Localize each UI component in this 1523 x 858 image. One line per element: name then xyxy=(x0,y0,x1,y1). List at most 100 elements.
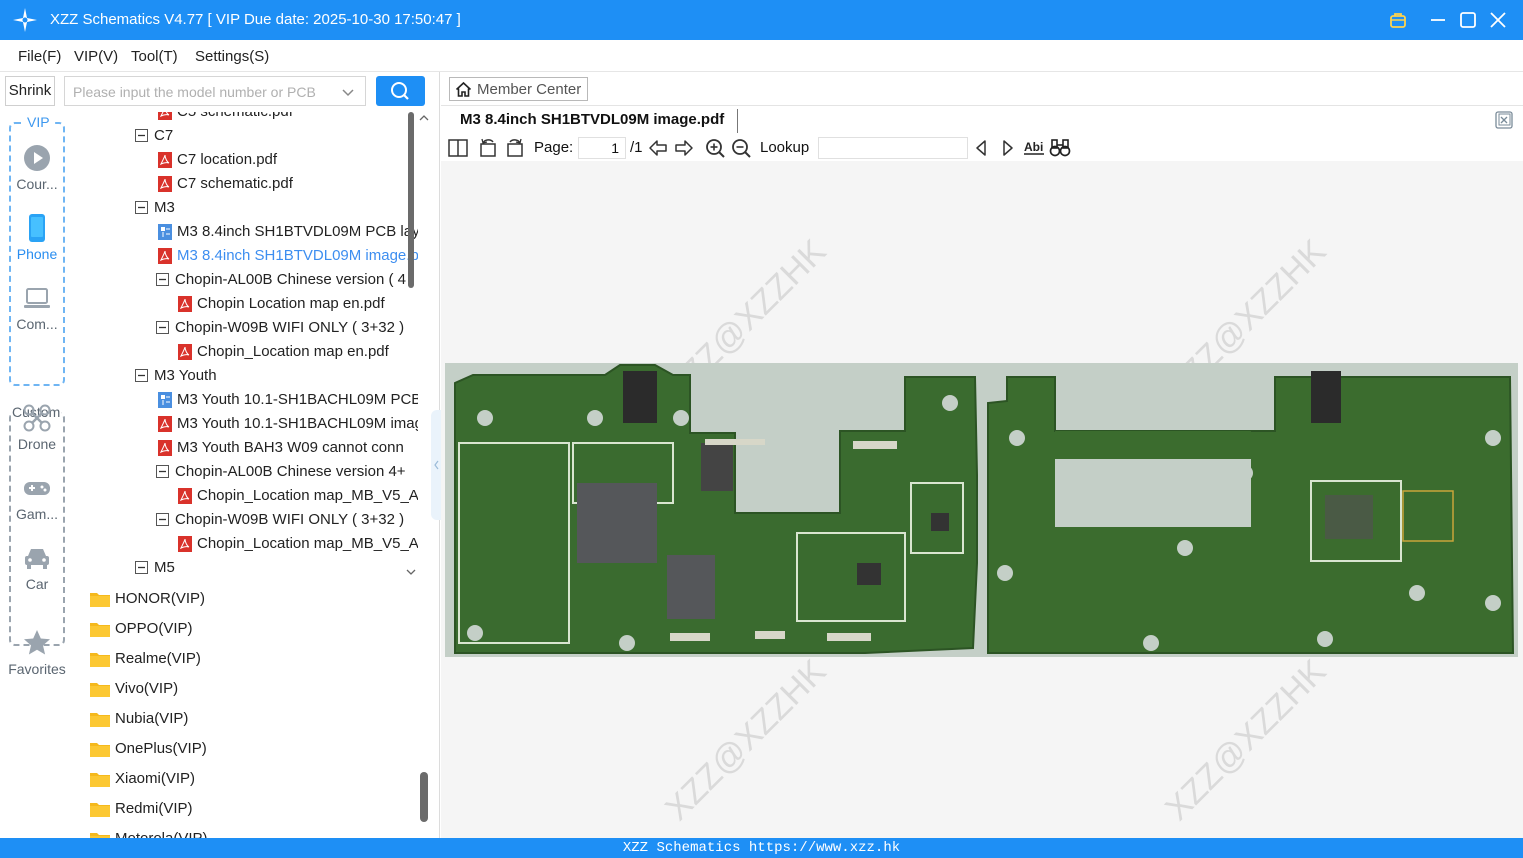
brand-folder-list: HONOR(VIP) OPPO(VIP) Realme(VIP) Vivo(VIP) N… xyxy=(88,584,418,838)
category-bar: VIP Cour... Phone Com... Custom Drone Ga… xyxy=(0,112,74,838)
pdf-file-icon xyxy=(178,296,192,312)
chevron-up-icon[interactable] xyxy=(418,112,430,124)
menu-tool[interactable]: Tool(T) xyxy=(131,48,178,65)
gamepad-icon xyxy=(24,482,50,495)
tree-item-label: Chopin_Location map_MB_V5_A xyxy=(197,535,418,552)
category-drone[interactable]: Drone xyxy=(0,404,74,468)
collapse-icon[interactable] xyxy=(156,465,169,478)
brand-folder-label: Realme(VIP) xyxy=(115,650,201,667)
tree-item-label: Chopin-W09B WIFI ONLY ( 3+32 ) xyxy=(175,511,405,528)
window-title: XZZ Schematics V4.77 [ VIP Due date: 202… xyxy=(50,11,461,28)
tree-item-label: M3 Youth 10.1-SH1BACHL09M PCB xyxy=(177,391,418,408)
chevron-down-icon[interactable] xyxy=(341,85,355,99)
search-button[interactable] xyxy=(376,76,425,106)
tree-item-label: Chopin-W09B WIFI ONLY ( 3+32 ) xyxy=(175,319,405,336)
folder-icon xyxy=(90,683,110,697)
menu-vip[interactable]: VIP(V) xyxy=(74,48,118,65)
collapse-icon[interactable] xyxy=(156,513,169,526)
match-case-icon[interactable]: Abi xyxy=(1023,137,1045,159)
folder-icon xyxy=(90,623,110,637)
category-gaming[interactable]: Gam... xyxy=(0,474,74,538)
close-icon[interactable] xyxy=(1487,9,1509,31)
tree-item-label: Chopin_Location map en.pdf xyxy=(197,343,389,360)
brand-folder-label: OPPO(VIP) xyxy=(115,620,193,637)
collapse-icon[interactable] xyxy=(135,369,148,382)
brand-folder-label: Nubia(VIP) xyxy=(115,710,189,727)
category-computer[interactable]: Com... xyxy=(0,284,74,348)
folder-icon xyxy=(90,653,110,667)
previous-page-icon[interactable] xyxy=(647,137,669,159)
shrink-button[interactable]: Shrink xyxy=(5,76,55,106)
lookup-input[interactable] xyxy=(818,137,968,159)
rotate-left-icon[interactable] xyxy=(477,137,499,159)
rotate-right-icon[interactable] xyxy=(504,137,526,159)
tree-item-label: C5 schematic.pdf xyxy=(177,112,293,120)
tree-item-label: C7 xyxy=(154,127,174,144)
pdf-file-icon xyxy=(178,344,192,360)
category-favorites[interactable]: Favorites xyxy=(0,629,74,693)
next-page-icon[interactable] xyxy=(673,137,695,159)
sidebar-toggle-icon[interactable] xyxy=(447,137,469,159)
tree-scrollbar[interactable] xyxy=(406,112,416,582)
page-number-input[interactable]: 1 xyxy=(578,137,626,159)
binoculars-icon[interactable] xyxy=(1049,137,1071,159)
chevron-left-icon xyxy=(434,460,439,470)
minimize-icon[interactable] xyxy=(1427,9,1449,31)
laptop-icon xyxy=(24,288,50,308)
collapse-icon[interactable] xyxy=(156,273,169,286)
menu-settings[interactable]: Settings(S) xyxy=(195,48,269,65)
tree-item-label: M3 8.4inch SH1BTVDL09M PCB layout xyxy=(177,223,418,240)
pane-collapse-handle[interactable] xyxy=(431,410,441,520)
pdf-viewport[interactable]: XZZ@XZZHK XZZ@XZZHK XZZ@XZZHK XZZ@XZZHK xyxy=(441,161,1523,838)
search-icon xyxy=(391,82,409,100)
model-search-box xyxy=(64,76,366,106)
tree-item-label: M3 Youth BAH3 W09 cannot conn xyxy=(177,439,404,456)
folder-icon xyxy=(90,593,110,607)
close-tab-icon[interactable] xyxy=(1495,111,1513,129)
collapse-icon[interactable] xyxy=(135,129,148,142)
folder-icon xyxy=(90,803,110,817)
pdf-toolbar: Page: 1 /1 Lookup Abi xyxy=(441,135,1523,161)
play-icon xyxy=(24,145,50,171)
find-next-icon[interactable] xyxy=(997,137,1019,159)
collapse-icon[interactable] xyxy=(135,561,148,574)
vip-badge-icon[interactable] xyxy=(1387,9,1409,31)
pdf-file-icon xyxy=(158,440,172,456)
app-logo-icon xyxy=(13,8,37,32)
pdf-file-icon xyxy=(158,112,172,120)
tree-item-label: Chopin_Location map_MB_V5_A xyxy=(197,487,418,504)
tab-document[interactable]: M3 8.4inch SH1BTVDL09M image.pdf xyxy=(460,111,724,128)
car-icon xyxy=(25,549,49,569)
lookup-label: Lookup xyxy=(760,139,810,156)
tree-scroll-thumb[interactable] xyxy=(408,112,414,288)
category-phone[interactable]: Phone xyxy=(0,214,74,278)
tree-item-label: M5 xyxy=(154,559,175,576)
svg-text:Abi: Abi xyxy=(1024,140,1043,154)
tree-item-label: M3 8.4inch SH1BTVDL09M image.pdf xyxy=(177,247,418,264)
brand-folder-label: Vivo(VIP) xyxy=(115,680,179,697)
collapse-icon[interactable] xyxy=(135,201,148,214)
tree-item-label: M3 Youth 10.1-SH1BACHL09M image xyxy=(177,415,418,432)
collapse-icon[interactable] xyxy=(156,321,169,334)
menu-file[interactable]: File(F) xyxy=(18,48,61,65)
chevron-down-icon[interactable] xyxy=(405,566,417,578)
left-pane: Shrink VIP Cour... Phone xyxy=(0,72,441,838)
menu-bar: File(F) VIP(V) Tool(T) Settings(S) xyxy=(0,40,1523,72)
search-input[interactable] xyxy=(73,82,333,102)
category-courses[interactable]: Cour... xyxy=(0,144,74,208)
member-center-button[interactable]: Member Center xyxy=(449,77,588,101)
document-tab-bar: M3 8.4inch SH1BTVDL09M image.pdf xyxy=(441,105,1523,135)
folder-icon xyxy=(90,773,110,787)
zoom-out-icon[interactable] xyxy=(730,137,752,159)
brand-folder-label: Motorola(VIP) xyxy=(115,830,208,838)
tree-item-label: Chopin-AL00B Chinese version ( 4 xyxy=(175,271,406,288)
find-previous-icon[interactable] xyxy=(970,137,992,159)
pcb-file-icon xyxy=(158,392,172,408)
zoom-in-icon[interactable] xyxy=(704,137,726,159)
pdf-file-icon xyxy=(158,152,172,168)
category-car[interactable]: Car xyxy=(0,544,74,608)
brand-list-scroll-thumb[interactable] xyxy=(420,772,428,822)
tree-item-label: C7 schematic.pdf xyxy=(177,175,293,192)
pcb-file-icon xyxy=(158,224,172,240)
maximize-icon[interactable] xyxy=(1457,9,1479,31)
